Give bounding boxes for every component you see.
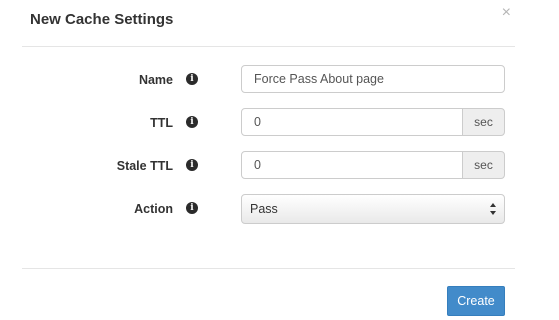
ttl-label: TTL: [150, 116, 173, 130]
info-icon[interactable]: i: [186, 73, 198, 85]
ttl-input[interactable]: [241, 108, 463, 136]
footer-divider: [22, 268, 515, 269]
select-arrows-icon: [490, 203, 496, 215]
create-button[interactable]: Create: [447, 286, 505, 316]
stale-ttl-unit-addon: sec: [462, 151, 505, 179]
header-divider: [22, 46, 515, 47]
stale-ttl-input-group: sec: [241, 151, 505, 179]
ttl-row: TTL i sec: [0, 108, 559, 138]
info-icon[interactable]: i: [186, 159, 198, 171]
stale-ttl-label: Stale TTL: [116, 159, 173, 173]
info-icon[interactable]: i: [186, 202, 198, 214]
ttl-unit-addon: sec: [462, 108, 505, 136]
ttl-input-group: sec: [241, 108, 505, 136]
action-row: Action i Pass: [0, 194, 559, 224]
close-icon[interactable]: ×: [502, 5, 511, 21]
action-selected-value: Pass: [250, 202, 278, 216]
name-row: Name i: [0, 65, 559, 95]
name-label: Name: [138, 73, 173, 87]
action-select[interactable]: Pass: [241, 194, 505, 224]
name-input[interactable]: [241, 65, 505, 93]
info-icon[interactable]: i: [186, 116, 198, 128]
action-label: Action: [134, 202, 173, 216]
new-cache-settings-dialog: New Cache Settings × Name i TTL i sec St…: [0, 0, 559, 320]
dialog-header: New Cache Settings ×: [0, 0, 559, 46]
dialog-title: New Cache Settings: [30, 11, 174, 28]
stale-ttl-input[interactable]: [241, 151, 463, 179]
stale-ttl-row: Stale TTL i sec: [0, 151, 559, 181]
